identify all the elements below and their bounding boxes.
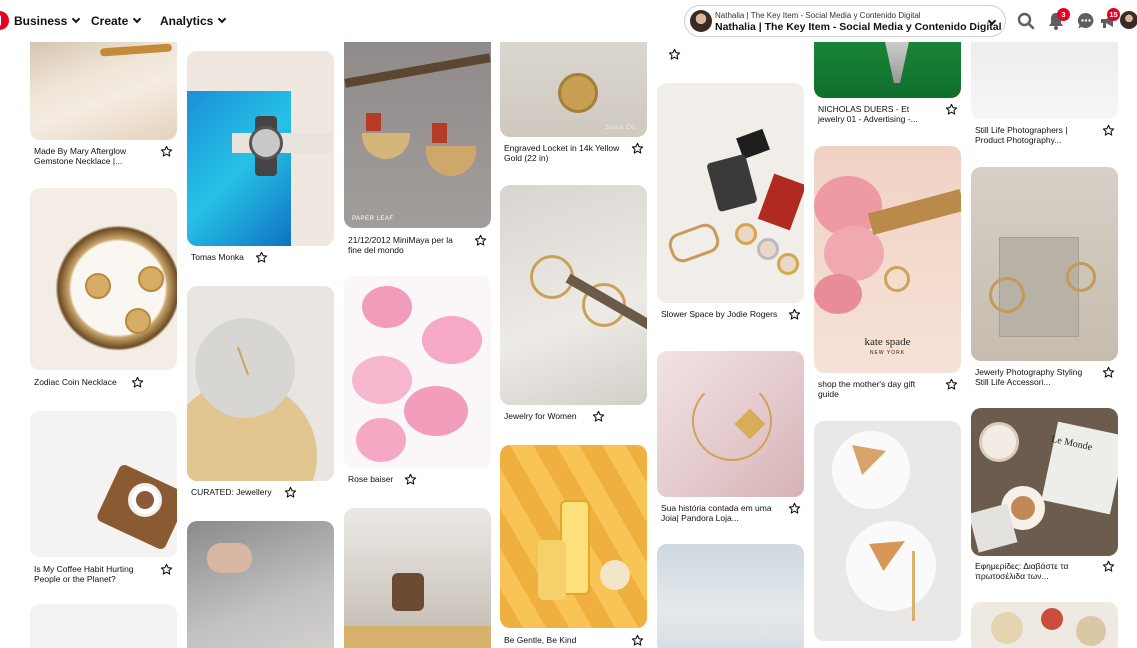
pin-caption[interactable]: Jewerly Photography Styling Still Life A… (975, 367, 1093, 387)
pin-caption[interactable]: Slower Space by Jodie Rogers (661, 309, 779, 319)
pin-image[interactable] (344, 508, 491, 648)
pin-image[interactable] (500, 445, 647, 628)
pin-caption[interactable]: Made By Mary Afterglow Gemstone Necklace… (34, 146, 152, 166)
pin-image[interactable] (657, 351, 804, 497)
pin-image[interactable] (187, 286, 334, 481)
pin-image[interactable] (500, 185, 647, 405)
notifications-badge: 3 (1057, 8, 1070, 21)
save-star-icon[interactable] (1102, 124, 1115, 137)
pin-image[interactable]: Le Monde (971, 408, 1118, 556)
pin-image[interactable] (814, 421, 961, 641)
pin-image[interactable] (30, 28, 177, 140)
save-star-icon[interactable] (284, 486, 297, 499)
nav-create-label: Create (91, 14, 129, 28)
pin-image[interactable]: PAPER LEAF (344, 28, 491, 228)
account-avatar (690, 10, 712, 32)
save-star-icon[interactable] (474, 234, 487, 247)
save-star-icon[interactable] (945, 103, 958, 116)
brand-wordmark: kate spade (864, 336, 911, 348)
updates-badge: 15 (1107, 8, 1120, 21)
pinterest-logo[interactable] (0, 11, 9, 30)
save-star-icon[interactable] (788, 502, 801, 515)
save-star-icon[interactable] (131, 376, 144, 389)
pin-caption[interactable]: Tomas Monka (191, 252, 309, 262)
save-star-icon[interactable] (631, 634, 644, 647)
pin-image[interactable]: Share Co. (500, 28, 647, 137)
pin-caption[interactable]: Engraved Locket in 14k Yellow Gold (22 i… (504, 143, 622, 163)
save-star-icon[interactable] (160, 145, 173, 158)
save-star-icon[interactable] (160, 563, 173, 576)
save-star-icon[interactable] (668, 48, 681, 61)
pin-image[interactable] (30, 188, 177, 370)
pin-caption[interactable]: shop the mother's day gift guide (818, 379, 936, 399)
pin-image[interactable] (30, 411, 177, 557)
pin-caption[interactable]: Sua história contada em uma Joia| Pandor… (661, 503, 779, 523)
pin-caption[interactable]: Is My Coffee Habit Hurting People or the… (34, 564, 152, 584)
brand-subtitle: NEW YORK (869, 350, 906, 356)
save-star-icon[interactable] (404, 473, 417, 486)
top-nav-bar: Business Create Analytics Nathalia | The… (0, 0, 1137, 42)
save-star-icon[interactable] (592, 410, 605, 423)
pin-image[interactable]: kate spade NEW YORK (814, 146, 961, 373)
save-star-icon[interactable] (631, 142, 644, 155)
pin-image[interactable] (657, 544, 804, 648)
save-star-icon[interactable] (788, 308, 801, 321)
chevron-down-icon (72, 14, 81, 24)
chevron-down-icon (218, 14, 227, 24)
pin-caption[interactable]: Be Gentle, Be Kind (504, 635, 622, 645)
account-name-small: Nathalia | The Key Item - Social Media y… (715, 11, 921, 20)
messages-icon[interactable] (1076, 11, 1096, 31)
pin-caption[interactable]: Still Life Photographers | Product Photo… (975, 125, 1093, 145)
pin-image[interactable] (187, 51, 334, 246)
pin-caption[interactable]: NICHOLAS DUERS - Et jewelry 01 - Adverti… (818, 104, 936, 124)
save-star-icon[interactable] (1102, 366, 1115, 379)
save-star-icon[interactable] (1102, 560, 1115, 573)
nav-business-label: Business (14, 14, 68, 28)
pin-image[interactable] (187, 521, 334, 648)
pin-image[interactable] (971, 602, 1118, 648)
pin-image[interactable] (344, 276, 491, 468)
nav-analytics-label: Analytics (160, 14, 214, 28)
pin-caption[interactable]: Εφημερίδες: Διαβάστε τα πρωτοσέλιδα των.… (975, 561, 1093, 581)
search-icon[interactable] (1016, 11, 1036, 31)
pin-image[interactable] (30, 604, 177, 648)
pin-image[interactable] (971, 167, 1118, 361)
account-name: Nathalia | The Key Item - Social Media y… (715, 21, 1002, 33)
nav-business[interactable]: Business (14, 14, 81, 28)
pin-watermark: PAPER LEAF (352, 216, 394, 222)
pin-caption[interactable]: 21/12/2012 MiniMaya per la fine del mond… (348, 235, 466, 255)
chevron-down-icon (133, 14, 142, 24)
pin-image[interactable] (657, 83, 804, 303)
nav-analytics[interactable]: Analytics (160, 14, 227, 28)
save-star-icon[interactable] (255, 251, 268, 264)
nav-create[interactable]: Create (91, 14, 142, 28)
save-star-icon[interactable] (945, 378, 958, 391)
profile-avatar[interactable] (1120, 11, 1137, 29)
account-switcher[interactable]: Nathalia | The Key Item - Social Media y… (684, 5, 1006, 37)
pin-watermark: Share Co. (605, 125, 637, 131)
